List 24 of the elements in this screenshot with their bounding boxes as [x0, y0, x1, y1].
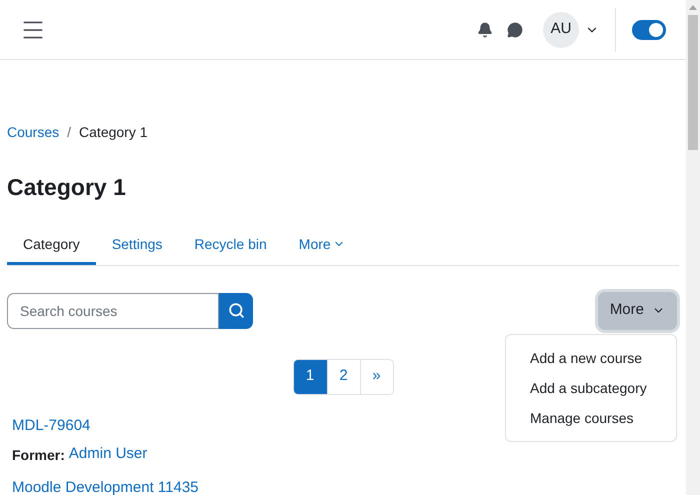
- scrollbar-thumb[interactable]: [688, 15, 698, 150]
- course-link[interactable]: Moodle Development 11435: [12, 477, 674, 495]
- nav-tab[interactable]: Recycle bin: [178, 226, 283, 264]
- person-link[interactable]: Admin User: [68, 445, 148, 466]
- page-link[interactable]: 1: [294, 360, 326, 394]
- menu-item[interactable]: Manage courses: [506, 403, 676, 433]
- menu-item[interactable]: Add a new course: [506, 343, 676, 373]
- nav-tab[interactable]: Category: [7, 226, 96, 264]
- breadcrumb-current: Category 1: [79, 123, 148, 142]
- notification-bell-icon[interactable]: [477, 22, 493, 38]
- message-bubble-icon[interactable]: [507, 22, 523, 38]
- search-icon: [228, 302, 244, 319]
- edit-mode-toggle[interactable]: [632, 20, 666, 40]
- page-title: Category 1: [7, 173, 127, 202]
- user-avatar[interactable]: AU: [543, 12, 579, 48]
- breadcrumb-link[interactable]: Courses: [7, 122, 60, 143]
- role-label: Former:: [12, 446, 65, 465]
- menu-item[interactable]: Add a subcategory: [506, 373, 676, 403]
- search-button[interactable]: [219, 292, 253, 328]
- nav-tab[interactable]: Settings: [96, 226, 178, 264]
- more-button[interactable]: More: [598, 292, 677, 330]
- breadcrumb-separator: /: [67, 123, 72, 142]
- more-tab[interactable]: More: [282, 226, 361, 264]
- page-link[interactable]: »: [360, 360, 392, 394]
